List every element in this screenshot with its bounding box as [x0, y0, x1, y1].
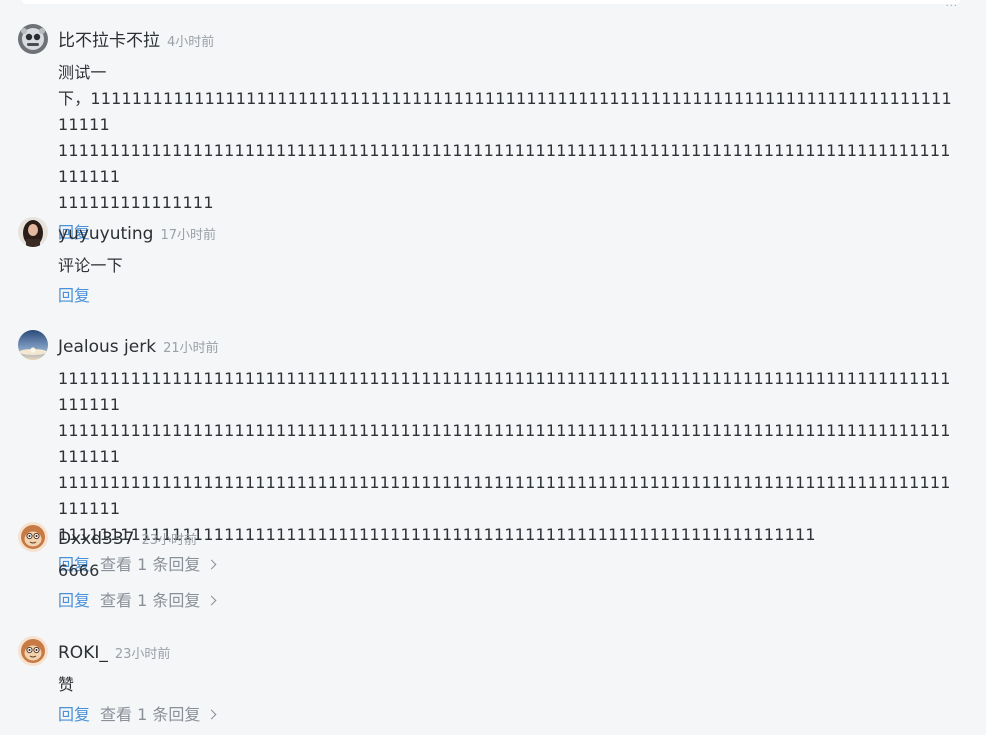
- view-replies-button[interactable]: 查看 1 条回复: [100, 705, 217, 724]
- username-text[interactable]: yuyuyuting: [58, 224, 153, 244]
- sky-avatar-icon[interactable]: [18, 330, 48, 360]
- reply-button[interactable]: 回复: [58, 705, 90, 724]
- comment-username[interactable]: yuyuyuting 17小时前: [58, 224, 216, 246]
- comment-header: Dxxd337 23小时前: [18, 522, 958, 554]
- comment-time: 23小时前: [141, 533, 197, 548]
- comment-actions: 回复 查看 1 条回复: [58, 702, 958, 728]
- comment-item: ROKI_ 23小时前 赞 回复 查看 1 条回复: [18, 636, 958, 728]
- comment-time: 23小时前: [114, 647, 171, 662]
- reply-button[interactable]: 回复: [58, 286, 90, 305]
- comment-content: 1111111111111111111111111111111111111111…: [58, 366, 958, 548]
- comment-header: Jealous jerk 21小时前: [18, 330, 958, 362]
- username-text[interactable]: Jealous jerk: [58, 337, 156, 357]
- comment-line: 1111111111111111111111111111111111111111…: [58, 141, 951, 186]
- comment-username[interactable]: Jealous jerk 21小时前: [58, 337, 219, 359]
- comment-username[interactable]: ROKI_ 23小时前: [58, 643, 170, 665]
- comment-item: Dxxd337 23小时前 6666 回复 查看 1 条回复: [18, 522, 958, 614]
- username-text[interactable]: ROKI_: [58, 643, 108, 663]
- comment-line: 下，11111111111111111111111111111111111111…: [58, 89, 952, 134]
- comment-content: 赞: [58, 672, 958, 698]
- comment-line: 111111111111111: [58, 193, 214, 212]
- view-replies-label[interactable]: 查看 1 条回复: [100, 591, 200, 610]
- portrait-avatar-icon[interactable]: [18, 217, 48, 247]
- reply-button[interactable]: 回复: [58, 591, 90, 610]
- comment-header: yuyuyuting 17小时前: [18, 217, 958, 249]
- comment-content: 评论一下: [58, 253, 958, 279]
- comment-actions: 回复: [58, 283, 958, 309]
- view-replies-label[interactable]: 查看 1 条回复: [100, 705, 200, 724]
- monkey-avatar-icon[interactable]: [18, 636, 48, 666]
- comment-header: ROKI_ 23小时前: [18, 636, 958, 668]
- view-replies-button[interactable]: 查看 1 条回复: [100, 591, 217, 610]
- username-text[interactable]: Dxxd337: [58, 529, 134, 549]
- comment-line: 1111111111111111111111111111111111111111…: [58, 421, 951, 466]
- comment-line: 6666: [58, 561, 100, 580]
- username-text[interactable]: 比不拉卡不拉: [58, 31, 160, 51]
- comment-username[interactable]: Dxxd337 23小时前: [58, 529, 197, 551]
- comment-item: 比不拉卡不拉 4小时前 测试一 下，11111111111111111111111…: [18, 24, 958, 246]
- chevron-right-icon: [206, 595, 217, 606]
- comment-content: 测试一 下，1111111111111111111111111111111111…: [58, 60, 958, 216]
- comment-line: 赞: [58, 675, 75, 694]
- comment-list-page: ... 比不拉卡不拉 4小时前 测试一 下，111111111111111111…: [0, 0, 986, 735]
- comment-item: yuyuyuting 17小时前 评论一下 回复: [18, 217, 958, 309]
- chevron-right-icon: [206, 709, 217, 720]
- more-options-icon[interactable]: ...: [945, 0, 958, 9]
- comment-actions: 回复 查看 1 条回复: [58, 588, 958, 614]
- comment-line: 测试一: [58, 63, 107, 82]
- comment-line: 1111111111111111111111111111111111111111…: [58, 473, 951, 518]
- comment-time: 4小时前: [167, 35, 215, 50]
- comment-time: 21小时前: [163, 341, 219, 356]
- robot-avatar-icon[interactable]: [18, 24, 48, 54]
- comment-content: 6666: [58, 558, 958, 584]
- comment-line: 1111111111111111111111111111111111111111…: [58, 369, 951, 414]
- comment-input-bottom-edge: [22, 0, 960, 4]
- comment-username[interactable]: 比不拉卡不拉 4小时前: [58, 31, 214, 53]
- comment-header: 比不拉卡不拉 4小时前: [18, 24, 958, 56]
- monkey-avatar-icon[interactable]: [18, 522, 48, 552]
- comment-time: 17小时前: [160, 228, 217, 243]
- comment-line: 评论一下: [58, 256, 123, 275]
